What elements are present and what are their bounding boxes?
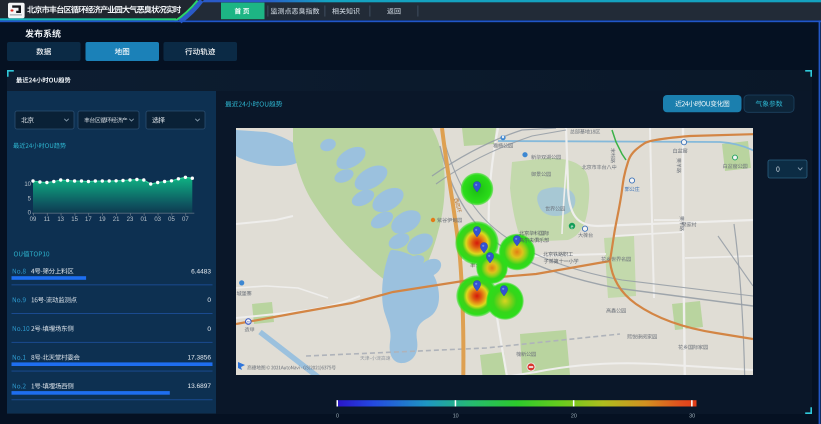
svg-text:13: 13: [57, 217, 64, 223]
svg-text:11: 11: [44, 217, 51, 223]
svg-text:07: 07: [182, 217, 189, 223]
svg-text:19: 19: [99, 217, 106, 223]
svg-text:05: 05: [168, 217, 175, 223]
svg-text:10: 10: [453, 413, 459, 419]
svg-text:17: 17: [85, 217, 92, 223]
svg-text:17.3856: 17.3856: [188, 355, 212, 362]
svg-text:0: 0: [336, 413, 339, 419]
svg-text:23: 23: [127, 217, 134, 223]
svg-text:30: 30: [689, 413, 695, 419]
svg-text:01: 01: [140, 217, 147, 223]
svg-text:0: 0: [207, 297, 211, 304]
svg-text:13.6897: 13.6897: [188, 383, 212, 390]
svg-text:15: 15: [71, 217, 78, 223]
svg-text:0: 0: [207, 326, 211, 333]
svg-text:03: 03: [154, 217, 161, 223]
svg-text:20: 20: [571, 413, 577, 419]
svg-text:10: 10: [24, 182, 31, 188]
svg-text:09: 09: [30, 217, 37, 223]
svg-text:21: 21: [113, 217, 120, 223]
svg-text:6.4483: 6.4483: [191, 268, 211, 275]
